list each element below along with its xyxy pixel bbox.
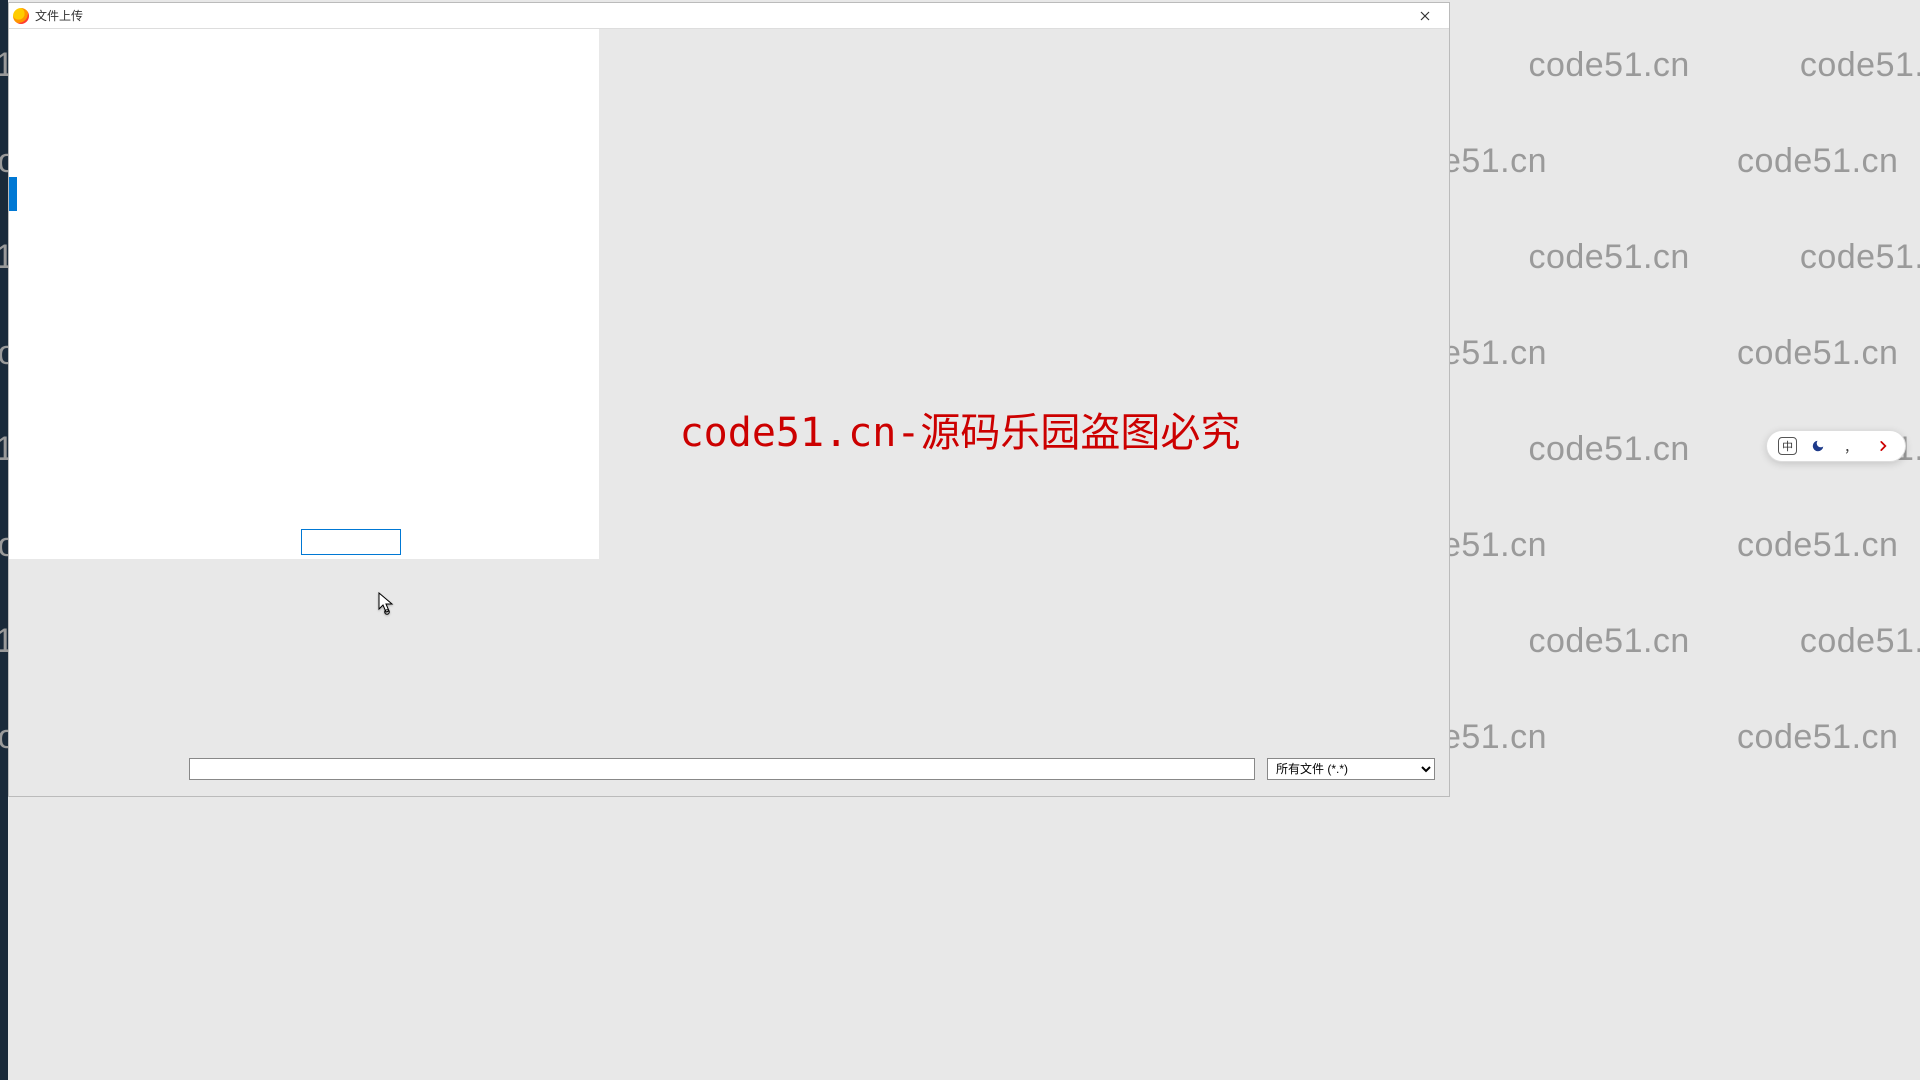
dialog-body: 所有文件 (*.*)	[9, 29, 1449, 796]
filename-input[interactable]	[189, 758, 1255, 780]
close-icon	[1420, 11, 1430, 21]
ime-punctuation-icon[interactable]: ，	[1840, 435, 1862, 457]
firefox-icon	[13, 8, 29, 24]
background-sidebar-edge	[0, 0, 8, 1080]
moon-icon	[1811, 439, 1825, 453]
dialog-bottom-row: 所有文件 (*.*)	[189, 758, 1435, 780]
ime-mode-badge[interactable]: 中	[1778, 437, 1797, 455]
ime-toolbar[interactable]: 中 ，	[1766, 430, 1906, 462]
chevron-right-icon	[1876, 439, 1890, 453]
ime-theme-icon[interactable]	[1807, 435, 1829, 457]
rename-inline-input[interactable]	[301, 529, 401, 555]
ime-expand-button[interactable]	[1872, 435, 1894, 457]
navigation-tree-panel[interactable]	[9, 29, 599, 559]
selection-highlight-bar	[9, 177, 17, 211]
close-button[interactable]	[1405, 4, 1445, 28]
file-upload-dialog: 文件上传 所有文件 (*.*)	[8, 2, 1450, 797]
window-title: 文件上传	[35, 7, 1405, 24]
titlebar[interactable]: 文件上传	[9, 3, 1449, 29]
filetype-select[interactable]: 所有文件 (*.*)	[1267, 758, 1435, 780]
